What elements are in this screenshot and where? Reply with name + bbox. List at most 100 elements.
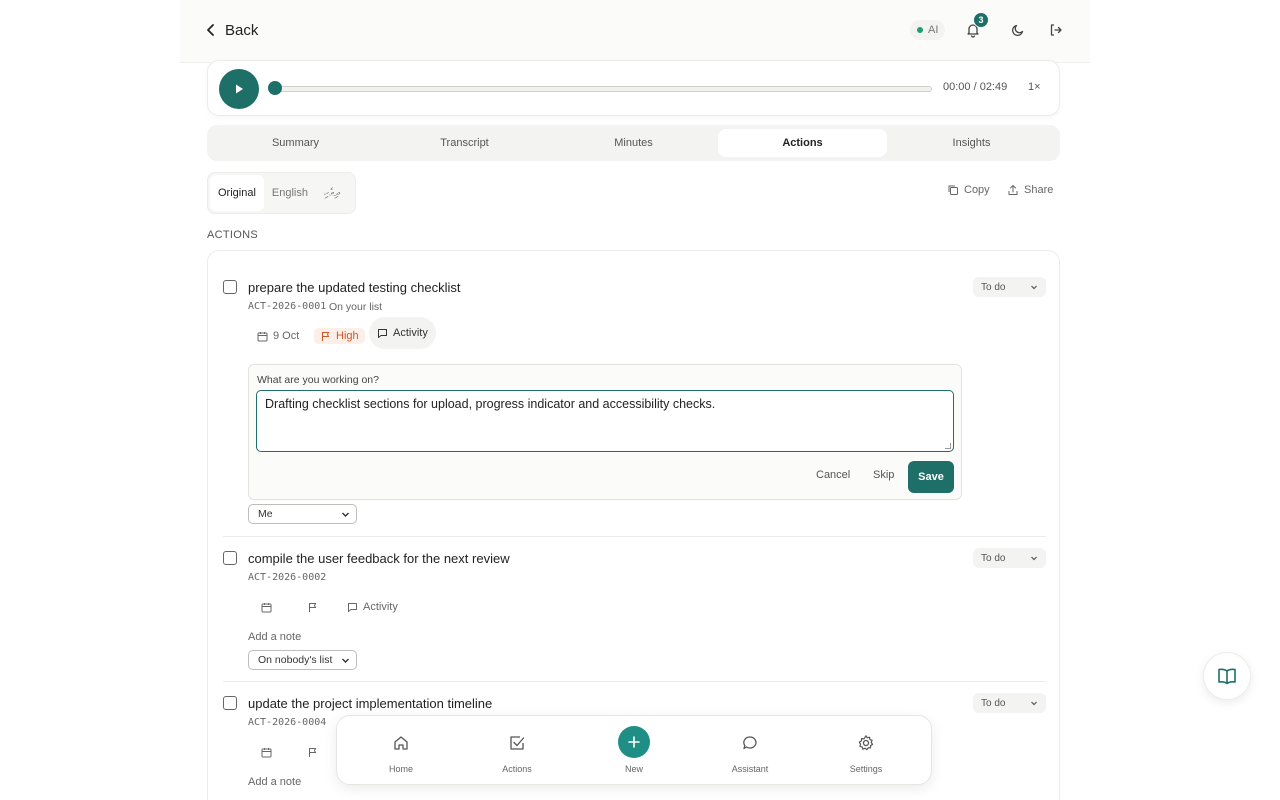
chevron-down-icon — [1031, 556, 1037, 561]
plus-icon — [628, 736, 640, 748]
book-open-icon — [1218, 668, 1236, 685]
comment-icon — [348, 602, 357, 612]
home-icon — [394, 736, 408, 750]
nav-new-label: New — [624, 764, 643, 774]
activity-label: Activity — [393, 327, 428, 339]
language-original[interactable]: Original — [210, 175, 264, 211]
play-icon — [236, 84, 243, 94]
status-label: To do — [981, 552, 1006, 564]
notification-count-badge: 3 — [973, 12, 989, 28]
copy-icon — [948, 185, 958, 195]
copy-label: Copy — [964, 184, 990, 196]
notifications-button[interactable]: 3 — [959, 12, 989, 44]
language-dhivehi[interactable]: ދިވެހި — [316, 175, 348, 211]
add-note-button[interactable]: Add a note — [248, 631, 301, 643]
priority-button[interactable] — [307, 602, 318, 613]
due-date-button[interactable]: 9 Oct — [257, 330, 299, 342]
note-prompt: What are you working on? — [257, 374, 379, 386]
item-divider — [223, 681, 1046, 682]
calendar-icon — [261, 748, 272, 758]
add-note-button[interactable]: Add a note — [248, 776, 301, 788]
progress-track[interactable] — [270, 86, 932, 92]
resize-handle[interactable] — [945, 443, 951, 449]
action-checkbox[interactable] — [223, 696, 237, 710]
tab-actions[interactable]: Actions — [718, 129, 887, 157]
action-code: ACT-2026-0001 — [248, 301, 327, 312]
status-label: To do — [981, 697, 1006, 709]
check-square-icon — [510, 736, 525, 750]
priority-label: High — [336, 330, 359, 342]
logout-button[interactable] — [1042, 16, 1070, 44]
ai-status-badge[interactable]: AI — [910, 20, 946, 40]
tab-minutes[interactable]: Minutes — [549, 129, 718, 157]
assignee-value: On nobody's list — [258, 654, 333, 666]
copy-button[interactable]: Copy — [947, 184, 990, 196]
chevron-left-icon — [207, 24, 214, 36]
gear-icon — [858, 735, 874, 751]
save-button[interactable]: Save — [908, 461, 954, 493]
activity-button[interactable]: Activity — [347, 601, 398, 613]
moon-icon — [1011, 24, 1024, 37]
cancel-button[interactable]: Cancel — [816, 469, 850, 481]
play-button[interactable] — [219, 69, 259, 109]
share-button[interactable]: Share — [1007, 184, 1053, 196]
logout-icon — [1050, 24, 1062, 36]
action-checkbox[interactable] — [223, 280, 237, 294]
nav-settings[interactable]: Settings — [816, 716, 916, 786]
status-dropdown[interactable]: To do — [973, 693, 1046, 713]
activity-label: Activity — [363, 601, 398, 613]
assignee-select[interactable]: On nobody's list — [248, 650, 357, 670]
nav-new[interactable]: New — [584, 716, 684, 786]
playback-speed-button[interactable]: 1× — [1028, 81, 1041, 93]
calendar-icon — [257, 331, 268, 341]
note-text: Drafting checklist sections for upload, … — [265, 397, 716, 411]
progress-thumb[interactable] — [268, 81, 282, 95]
ai-status-dot — [917, 27, 923, 33]
action-owner: On your list — [329, 301, 383, 313]
due-date-button[interactable] — [261, 602, 272, 613]
action-code: ACT-2026-0004 — [248, 717, 327, 728]
back-button[interactable]: Back — [203, 18, 258, 42]
assignee-select[interactable]: Me — [248, 504, 357, 524]
activity-button[interactable]: Activity — [369, 317, 436, 349]
chevron-down-icon — [1031, 701, 1037, 706]
nav-home[interactable]: Home — [351, 716, 451, 786]
progress-note-input[interactable]: Drafting checklist sections for upload, … — [256, 390, 954, 452]
action-title: update the project implementation timeli… — [248, 696, 493, 711]
tab-transcript[interactable]: Transcript — [380, 129, 549, 157]
due-date-button[interactable] — [261, 747, 272, 758]
playback-time: 00:00 / 02:49 — [943, 81, 1008, 93]
tab-bar: Summary Transcript Minutes Actions Insig… — [207, 125, 1060, 161]
bottom-navigation: Home Actions New Assistant Settings — [336, 715, 932, 785]
new-button[interactable] — [618, 726, 650, 758]
nav-assistant-label: Assistant — [731, 764, 769, 774]
tab-insights[interactable]: Insights — [887, 129, 1056, 157]
action-code: ACT-2026-0002 — [248, 572, 327, 583]
ai-label: AI — [928, 24, 939, 36]
chevron-down-icon — [342, 658, 349, 663]
chevron-down-icon — [1031, 285, 1037, 290]
tab-summary[interactable]: Summary — [211, 129, 380, 157]
nav-assistant[interactable]: Assistant — [700, 716, 800, 786]
language-english[interactable]: English — [264, 175, 316, 211]
comment-icon — [378, 328, 387, 338]
status-dropdown[interactable]: To do — [973, 548, 1046, 568]
action-title: prepare the updated testing checklist — [248, 280, 461, 295]
theme-toggle-button[interactable] — [1004, 16, 1032, 44]
chevron-down-icon — [342, 512, 349, 517]
status-label: To do — [981, 281, 1006, 293]
nav-actions-label: Actions — [502, 764, 532, 774]
priority-badge[interactable]: High — [314, 328, 365, 344]
skip-button[interactable]: Skip — [873, 469, 894, 481]
section-heading: ACTIONS — [207, 229, 258, 241]
share-label: Share — [1024, 184, 1054, 196]
progress-note-form: What are you working on? Drafting checkl… — [248, 364, 962, 500]
action-checkbox[interactable] — [223, 551, 237, 565]
language-switcher: Original English ދިވެހި — [207, 172, 356, 214]
status-dropdown[interactable]: To do — [973, 277, 1046, 297]
guide-button[interactable] — [1203, 652, 1251, 700]
item-divider — [223, 536, 1046, 537]
flag-icon — [309, 748, 317, 757]
nav-actions[interactable]: Actions — [467, 716, 567, 786]
priority-button[interactable] — [307, 747, 318, 758]
